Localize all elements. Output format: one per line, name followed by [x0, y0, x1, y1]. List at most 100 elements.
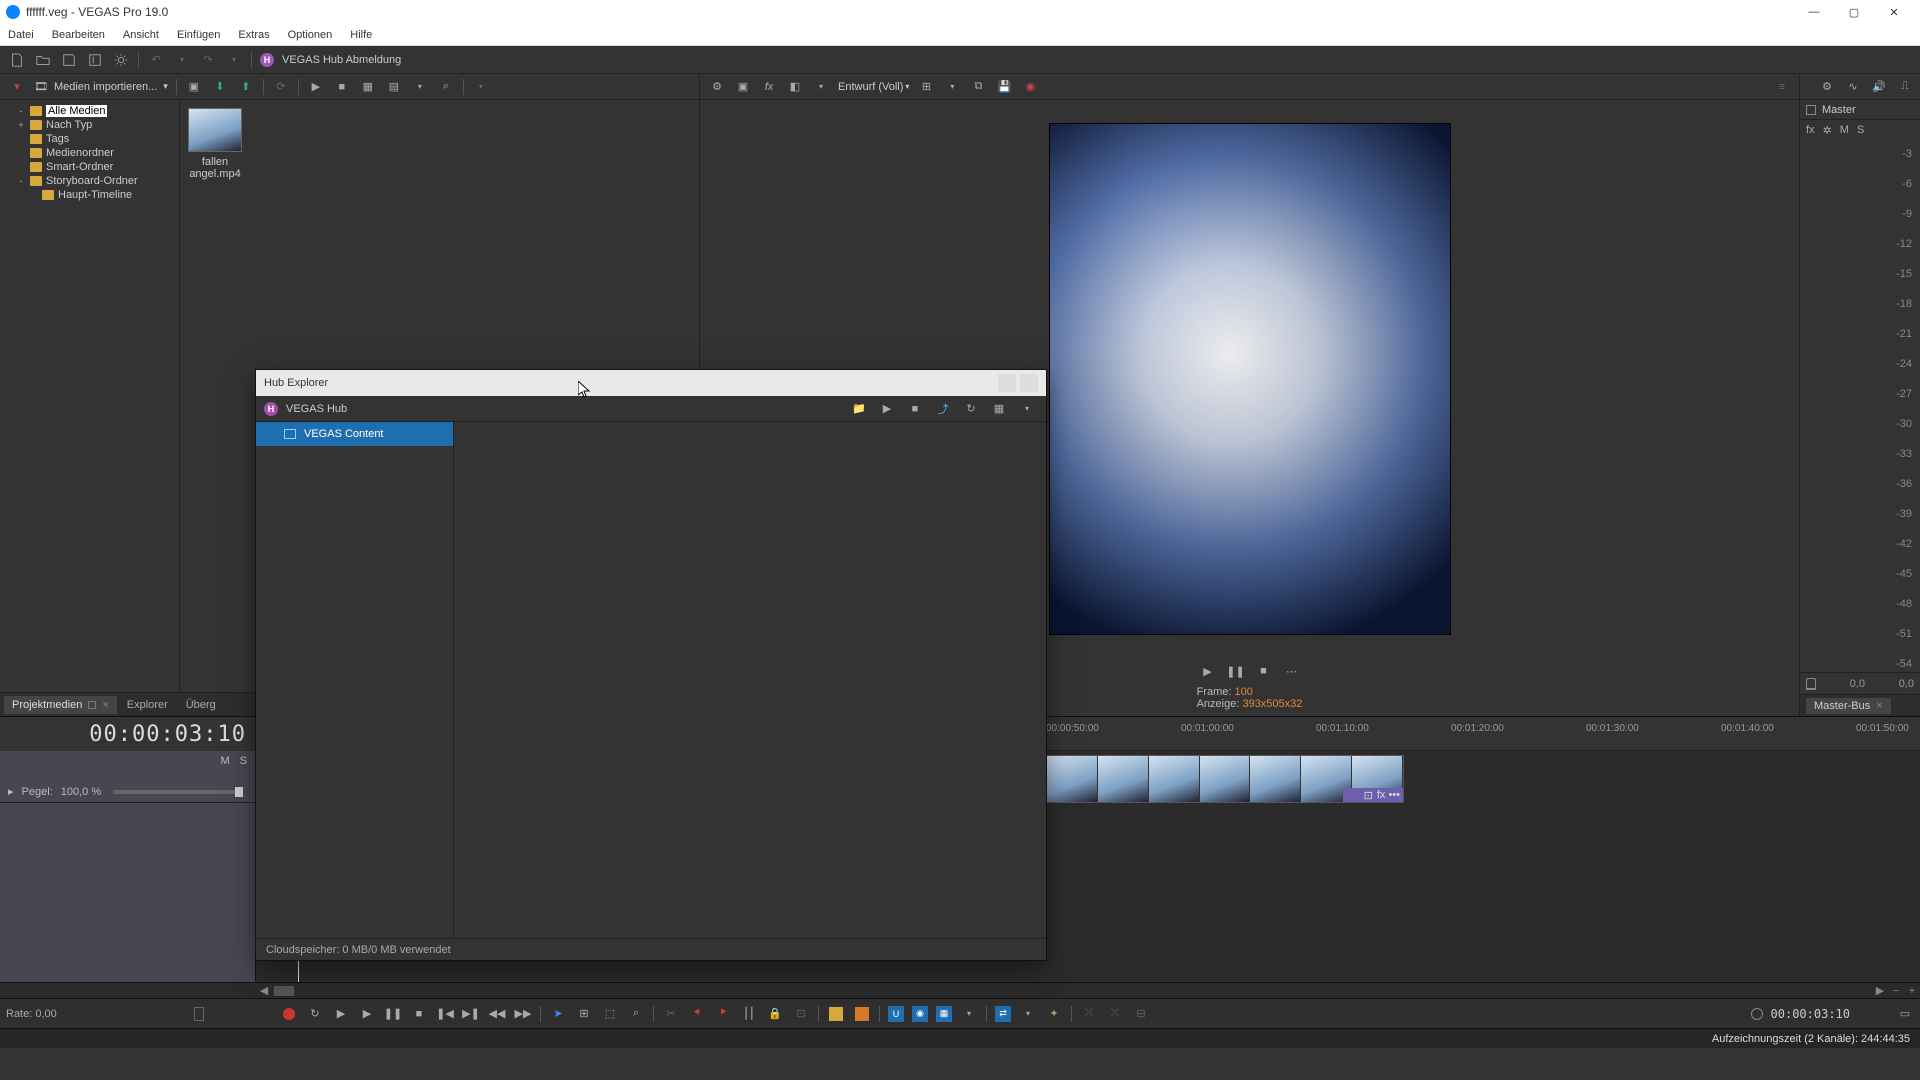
master-mute-button[interactable]: M: [1840, 124, 1849, 136]
pin-icon[interactable]: [88, 701, 96, 709]
master-mixer-icon[interactable]: ⎍: [1896, 78, 1914, 96]
cut-button[interactable]: ✂: [662, 1005, 680, 1023]
media-search-icon[interactable]: ⌕: [437, 78, 455, 96]
fx-automation-button[interactable]: ✦: [1045, 1005, 1063, 1023]
hub-stop-icon[interactable]: ■: [906, 400, 924, 418]
menu-insert[interactable]: Einfügen: [175, 27, 222, 43]
master-fx-button[interactable]: fx: [1806, 124, 1815, 136]
hub-tree-vegas-content[interactable]: VEGAS Content: [256, 422, 453, 446]
timecode-main[interactable]: 00:00:03:10: [0, 717, 256, 751]
preview-record-icon[interactable]: ◉: [1021, 78, 1039, 96]
tab-transitions[interactable]: Überg: [178, 696, 224, 714]
play-start-button[interactable]: ▶: [332, 1005, 350, 1023]
ripple-caret-icon[interactable]: ▾: [1019, 1005, 1037, 1023]
media-clip[interactable]: fallen angel.mp4: [188, 108, 242, 180]
snap-u-button[interactable]: U: [888, 1006, 904, 1022]
media-get-icon[interactable]: ⬇: [211, 78, 229, 96]
preview-more-icon[interactable]: ⋯: [1283, 662, 1301, 680]
trim-start-button[interactable]: ⯇: [688, 1005, 706, 1023]
record-button[interactable]: [280, 1005, 298, 1023]
play-button[interactable]: ▶: [358, 1005, 376, 1023]
autocross-button[interactable]: ⤬: [1106, 1005, 1124, 1023]
scroll-left-icon[interactable]: ◀: [256, 984, 272, 997]
tree-all-media[interactable]: -Alle Medien: [2, 104, 177, 118]
master-output-icon[interactable]: 🔊: [1870, 78, 1888, 96]
timeline-scrollbar[interactable]: ◀ ▶ − +: [0, 982, 1920, 998]
master-settings-icon[interactable]: ⚙: [1818, 78, 1836, 96]
redo-icon[interactable]: ↷: [199, 51, 217, 69]
tab-master-bus[interactable]: Master-Bus×: [1806, 698, 1891, 714]
timecode-transport[interactable]: 00:00:03:10: [1771, 1007, 1850, 1021]
region-button[interactable]: [853, 1005, 871, 1023]
hub-view-icon[interactable]: ▦: [990, 400, 1008, 418]
menu-extras[interactable]: Extras: [236, 27, 271, 43]
preview-split-icon[interactable]: ◧: [786, 78, 804, 96]
layout-button[interactable]: ▭: [1896, 1005, 1914, 1023]
menu-options[interactable]: Optionen: [286, 27, 335, 43]
split-button[interactable]: ⎮⎮: [740, 1005, 758, 1023]
menu-view[interactable]: Ansicht: [121, 27, 161, 43]
pause-button[interactable]: ❚❚: [384, 1005, 402, 1023]
zoom-tool[interactable]: ⬚: [601, 1005, 619, 1023]
hub-logout-label[interactable]: VEGAS Hub Abmeldung: [282, 54, 401, 66]
preview-snapshot-icon[interactable]: 💾: [995, 78, 1013, 96]
master-solo-button[interactable]: S: [1857, 124, 1864, 136]
menu-file[interactable]: Datei: [6, 27, 36, 43]
rate-slider-handle[interactable]: [194, 1007, 204, 1021]
track-mute-button[interactable]: M: [220, 755, 229, 767]
snap-grid-button[interactable]: ◉: [912, 1006, 928, 1022]
media-autoplay-icon[interactable]: ▦: [359, 78, 377, 96]
snap-caret-icon[interactable]: ▾: [960, 1005, 978, 1023]
tree-smart-folder[interactable]: Smart-Ordner: [2, 160, 177, 174]
close-tab-icon[interactable]: ×: [1876, 700, 1882, 712]
auto-ripple-button[interactable]: ⇄: [995, 1006, 1011, 1022]
media-options-icon[interactable]: ▾: [8, 78, 26, 96]
loop-button[interactable]: ↻: [306, 1005, 324, 1023]
track-level-slider[interactable]: [113, 790, 243, 794]
new-file-icon[interactable]: [8, 51, 26, 69]
hub-root-label[interactable]: VEGAS Hub: [286, 403, 347, 415]
hub-view-caret-icon[interactable]: ▾: [1018, 400, 1036, 418]
zoom-out-icon[interactable]: −: [1888, 985, 1904, 997]
preview-menu-icon[interactable]: ≡: [1773, 78, 1791, 96]
preview-quality-dropdown[interactable]: Entwurf (Voll)▾: [838, 81, 909, 93]
selection-tool[interactable]: ⊞: [575, 1005, 593, 1023]
tree-media-folder[interactable]: Medienordner: [2, 146, 177, 160]
preview-overlay-caret-icon[interactable]: ▾: [943, 78, 961, 96]
step-back-button[interactable]: ◀◀: [488, 1005, 506, 1023]
tree-storyboard-folder[interactable]: -Storyboard-Ordner: [2, 174, 177, 188]
preview-settings-icon[interactable]: ⚙: [708, 78, 726, 96]
menu-help[interactable]: Hilfe: [348, 27, 374, 43]
snap-options-button[interactable]: ▦: [936, 1006, 952, 1022]
hub-badge-icon[interactable]: H: [260, 53, 274, 67]
media-play-icon[interactable]: ▶: [307, 78, 325, 96]
stop-button[interactable]: ■: [410, 1005, 428, 1023]
media-view-icon[interactable]: ▤: [385, 78, 403, 96]
lock-button[interactable]: 🔒: [766, 1005, 784, 1023]
group-button[interactable]: ⊡: [792, 1005, 810, 1023]
hub-dock-button[interactable]: [998, 374, 1016, 392]
tree-by-type[interactable]: +Nach Typ: [2, 118, 177, 132]
step-fwd-button[interactable]: ▶▶: [514, 1005, 532, 1023]
tree-tags[interactable]: Tags: [2, 132, 177, 146]
trim-end-button[interactable]: ⯈: [714, 1005, 732, 1023]
master-checkbox-icon[interactable]: [1806, 105, 1816, 115]
undo-dropdown-icon[interactable]: ▾: [173, 51, 191, 69]
minimize-button[interactable]: —: [1794, 0, 1834, 24]
preview-pause-icon[interactable]: ❚❚: [1227, 662, 1245, 680]
media-refresh-icon[interactable]: ⟳: [272, 78, 290, 96]
preview-overlay-icon[interactable]: ⊞: [917, 78, 935, 96]
media-view-caret-icon[interactable]: ▾: [411, 78, 429, 96]
track-expand-icon[interactable]: ▸: [8, 785, 14, 798]
track-header-video1[interactable]: M S ▸ Pegel: 100,0 %: [0, 751, 255, 803]
tree-main-timeline[interactable]: Haupt-Timeline: [2, 188, 177, 202]
close-tab-icon[interactable]: ×: [102, 699, 108, 711]
marker-button[interactable]: [827, 1005, 845, 1023]
preview-copy-icon[interactable]: ⧉: [969, 78, 987, 96]
normal-edit-tool[interactable]: ➤: [549, 1005, 567, 1023]
timeline-clip[interactable]: ⊡fx •••: [1046, 755, 1404, 803]
settings-icon[interactable]: [112, 51, 130, 69]
undo-icon[interactable]: ↶: [147, 51, 165, 69]
hub-refresh-icon[interactable]: ↻: [962, 400, 980, 418]
open-file-icon[interactable]: [34, 51, 52, 69]
